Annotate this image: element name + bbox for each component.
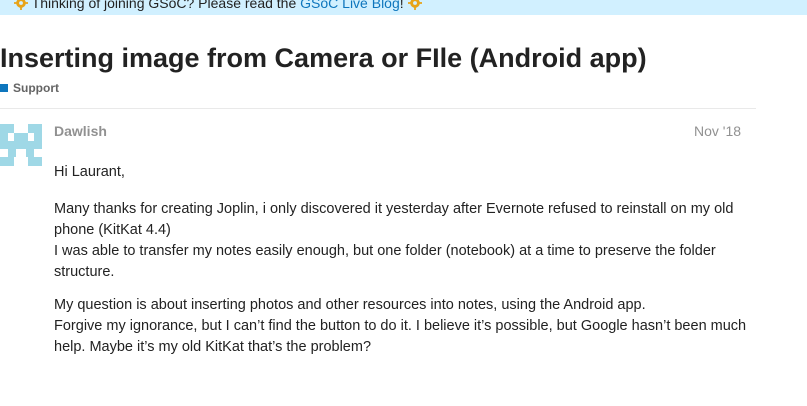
post-paragraph: Many thanks for creating Joplin, i only … — [54, 199, 754, 283]
post-text-line: My question is about inserting photos an… — [54, 297, 646, 313]
gear-icon — [407, 0, 422, 10]
category-label: Support — [13, 81, 59, 95]
post-text-line: I was able to transfer my notes easily e… — [54, 243, 716, 280]
banner-text: Thinking of joining GSoC? Please read th… — [31, 0, 301, 11]
post-date[interactable]: Nov '18 — [694, 123, 741, 139]
category-color-swatch — [0, 84, 8, 92]
banner-text-end: ! — [399, 0, 404, 11]
post-text-line: Many thanks for creating Joplin, i only … — [54, 201, 734, 238]
topic-title[interactable]: Inserting image from Camera or FIle (And… — [0, 41, 647, 75]
divider — [0, 108, 756, 109]
post-text-line: Forgive my ignorance, but I can’t find t… — [54, 318, 747, 355]
avatar[interactable] — [0, 124, 42, 166]
post-username[interactable]: Dawlish — [54, 123, 107, 139]
announcement-banner: Thinking of joining GSoC? Please read th… — [0, 0, 807, 15]
gear-icon — [14, 0, 28, 10]
post-paragraph: My question is about inserting photos an… — [54, 295, 754, 358]
banner-link[interactable]: GSoC Live Blog — [300, 0, 400, 11]
category-badge[interactable]: Support — [0, 80, 59, 96]
post-body: Hi Laurant, Many thanks for creating Jop… — [54, 162, 754, 370]
post-greeting: Hi Laurant, — [54, 164, 125, 180]
